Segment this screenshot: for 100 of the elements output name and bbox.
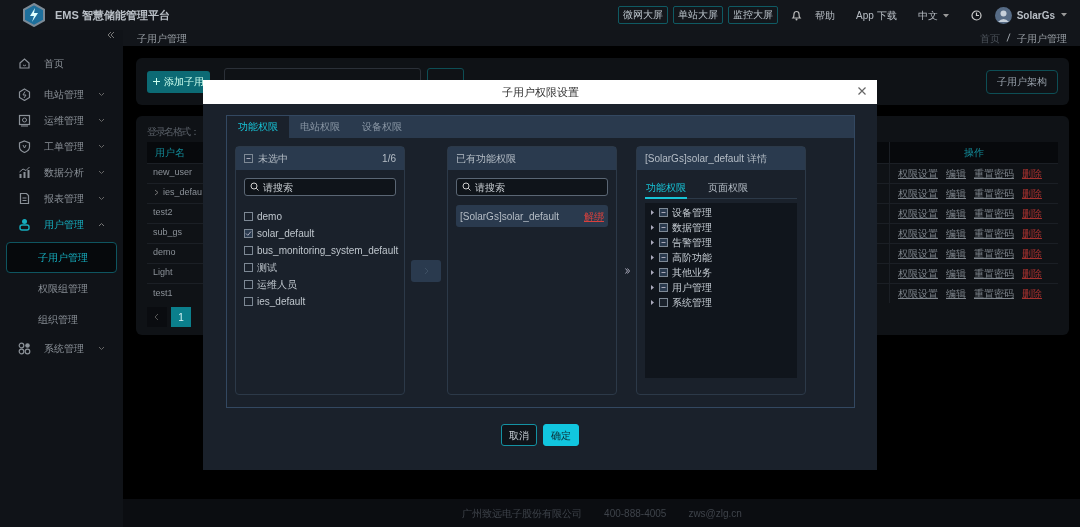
tab[interactable]: 功能权限 [645, 178, 687, 199]
checkbox[interactable] [244, 246, 253, 255]
chevron-down-icon [98, 169, 105, 175]
caret-icon[interactable] [1060, 12, 1068, 18]
user-name[interactable]: SolarGs [1016, 7, 1055, 23]
checkbox[interactable] [659, 268, 668, 277]
delete-link[interactable]: 删除 [1022, 167, 1042, 179]
action-link[interactable]: 权限设置 [898, 287, 938, 299]
caret-right-icon[interactable] [650, 255, 655, 260]
logo-icon [23, 3, 45, 27]
sidebar-item[interactable]: 工单管理 [0, 133, 123, 159]
checkbox[interactable] [659, 253, 668, 262]
tree-item-label: 系统管理 [672, 296, 712, 310]
sidebar-item[interactable]: 数据分析 [0, 159, 123, 185]
screen-button[interactable]: 监控大屏 [728, 6, 779, 24]
action-link[interactable]: 编辑 [946, 167, 966, 179]
structure-button[interactable]: 子用户架构 [986, 69, 1058, 94]
delete-link[interactable]: 删除 [1022, 187, 1042, 199]
tab[interactable]: 功能权限 [227, 116, 289, 138]
top-link[interactable]: 帮助 [815, 7, 836, 23]
page-button[interactable]: 1 [171, 307, 191, 327]
avatar-icon[interactable] [994, 6, 1012, 24]
sidebar-item[interactable]: 系统管理 [0, 335, 123, 361]
submenu-item[interactable]: 权限组管理 [6, 273, 117, 304]
checkbox[interactable] [244, 280, 253, 289]
action-link[interactable]: 重置密码 [974, 187, 1014, 199]
checkbox[interactable] [244, 263, 253, 272]
sidebar-item[interactable]: 首页 [0, 50, 123, 76]
search-field[interactable]: 请搜索 [244, 178, 396, 196]
cancel-button[interactable]: 取消 [501, 424, 537, 446]
top-link[interactable]: 中文 [917, 7, 950, 23]
tab[interactable]: 页面权限 [707, 178, 749, 199]
sidebar-item[interactable]: 报表管理 [0, 185, 123, 211]
delete-link[interactable]: 删除 [1022, 287, 1042, 299]
footer-text: zws@zlg.cn [688, 506, 742, 521]
caret-right-icon[interactable] [650, 225, 655, 230]
collapse-icon[interactable] [107, 32, 115, 38]
tree-item-label: 高阶功能 [672, 251, 712, 265]
list-item-label: 测试 [257, 261, 277, 275]
action-link[interactable]: 编辑 [946, 267, 966, 279]
action-link[interactable]: 权限设置 [898, 207, 938, 219]
action-link[interactable]: 权限设置 [898, 187, 938, 199]
clock-icon[interactable] [970, 9, 982, 21]
caret-right-icon[interactable] [650, 270, 655, 275]
checkbox[interactable] [659, 238, 668, 247]
caret-right-icon[interactable] [650, 285, 655, 290]
tab[interactable]: 电站权限 [289, 116, 351, 138]
unbind-link[interactable]: 解绑 [584, 208, 604, 224]
delete-link[interactable]: 删除 [1022, 227, 1042, 239]
action-link[interactable]: 权限设置 [898, 247, 938, 259]
sidebar-item[interactable]: 用户管理 [0, 211, 123, 237]
delete-link[interactable]: 删除 [1022, 247, 1042, 259]
submenu-item[interactable]: 组织管理 [6, 304, 117, 335]
screen-button[interactable]: 单站大屏 [673, 6, 724, 24]
search-field[interactable]: 请搜索 [456, 178, 608, 196]
bound-item[interactable]: [SolarGs]solar_default 解绑 [456, 205, 608, 227]
bell-icon[interactable] [791, 9, 803, 21]
action-link[interactable]: 编辑 [946, 247, 966, 259]
monitor-icon [18, 113, 31, 127]
tab[interactable]: 设备权限 [351, 116, 413, 138]
action-link[interactable]: 重置密码 [974, 227, 1014, 239]
checkbox[interactable] [244, 229, 253, 238]
action-link[interactable]: 编辑 [946, 207, 966, 219]
delete-link[interactable]: 删除 [1022, 207, 1042, 219]
action-link[interactable]: 权限设置 [898, 167, 938, 179]
caret-right-icon[interactable] [650, 240, 655, 245]
delete-link[interactable]: 删除 [1022, 267, 1042, 279]
caret-right-icon[interactable] [650, 210, 655, 215]
chevron-right-icon[interactable] [154, 189, 160, 197]
action-link[interactable]: 重置密码 [974, 287, 1014, 299]
screen-button[interactable]: 微网大屏 [618, 6, 669, 24]
sidebar-item[interactable]: 运维管理 [0, 107, 123, 133]
close-icon[interactable] [857, 86, 867, 96]
checkbox[interactable] [244, 154, 253, 163]
double-chevron-icon [625, 267, 630, 274]
checkbox[interactable] [659, 223, 668, 232]
modal-title: 子用户权限设置 [501, 84, 579, 100]
action-link[interactable]: 重置密码 [974, 207, 1014, 219]
caret-right-icon[interactable] [650, 300, 655, 305]
checkbox[interactable] [244, 297, 253, 306]
action-link[interactable]: 重置密码 [974, 167, 1014, 179]
user-name-cell: new_user [153, 167, 193, 178]
checkbox[interactable] [659, 298, 668, 307]
action-link[interactable]: 编辑 [946, 227, 966, 239]
add-user-button[interactable]: 添加子用 [147, 70, 210, 93]
sidebar-item[interactable]: 电站管理 [0, 81, 123, 107]
action-link[interactable]: 权限设置 [898, 227, 938, 239]
action-link[interactable]: 重置密码 [974, 267, 1014, 279]
panel-title: 未选中 [258, 152, 288, 166]
confirm-button[interactable]: 确定 [543, 424, 579, 446]
action-link[interactable]: 权限设置 [898, 267, 938, 279]
action-link[interactable]: 重置密码 [974, 247, 1014, 259]
checkbox[interactable] [659, 208, 668, 217]
action-link[interactable]: 编辑 [946, 187, 966, 199]
top-link[interactable]: App 下载 [856, 7, 897, 23]
checkbox[interactable] [244, 212, 253, 221]
checkbox[interactable] [659, 283, 668, 292]
user-name-cell: sub_gs [153, 227, 183, 238]
action-link[interactable]: 编辑 [946, 287, 966, 299]
submenu-item[interactable]: 子用户管理 [6, 242, 117, 273]
